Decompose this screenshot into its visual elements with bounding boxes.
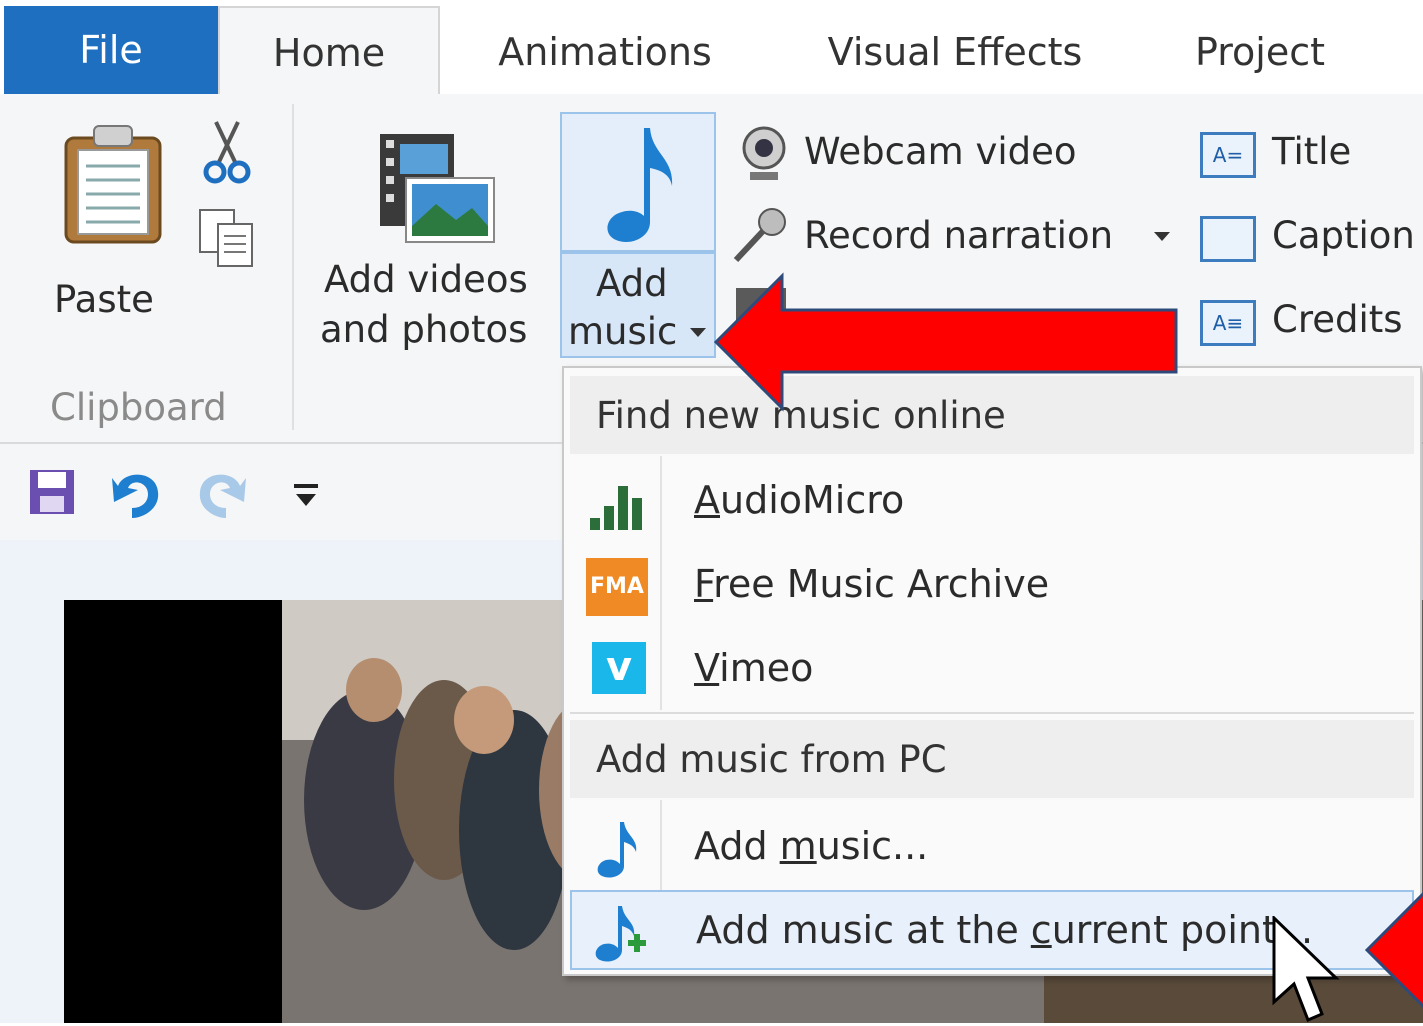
undo-icon[interactable] — [108, 464, 168, 524]
audiomicro-icon — [590, 486, 642, 530]
annotation-arrow — [1364, 891, 1423, 1009]
copy-icon[interactable] — [196, 206, 258, 268]
menu-item-audiomicro[interactable]: AudioMicro — [570, 462, 1414, 542]
add-music-button[interactable] — [560, 112, 716, 252]
fma-icon: FMA — [586, 558, 648, 616]
add-videos-label-line2: and photos — [320, 308, 528, 351]
tab-home[interactable]: Home — [218, 6, 440, 98]
annotation-arrow — [713, 272, 1178, 412]
tab-file[interactable]: File — [4, 6, 218, 94]
add-videos-label-line1: Add videos — [324, 258, 528, 301]
add-music-menu: Find new music online AudioMicro FMA Fre… — [562, 366, 1422, 976]
add-music-label-line1: Add — [596, 262, 668, 305]
caption-button[interactable]: Caption — [1272, 214, 1415, 257]
music-note-icon — [607, 128, 673, 242]
customize-toolbar-icon[interactable] — [292, 480, 322, 510]
film-photo-icon — [380, 134, 495, 243]
add-music-dropdown[interactable]: Add music — [560, 252, 716, 358]
paste-button[interactable]: Paste — [40, 114, 170, 321]
clipboard-group-label: Clipboard — [50, 386, 227, 429]
add-videos-photos-button[interactable]: Add videos and photos — [316, 114, 552, 364]
tab-project[interactable]: Project — [1160, 10, 1360, 94]
redo-icon[interactable] — [190, 464, 250, 524]
menu-item-label: Add music... — [694, 824, 929, 868]
title-button[interactable]: Title — [1272, 130, 1351, 173]
title-icon[interactable]: A= — [1200, 132, 1256, 178]
credits-icon[interactable]: A≡ — [1200, 300, 1256, 346]
vimeo-icon: v — [592, 642, 646, 694]
menu-header-pc: Add music from PC — [570, 720, 1414, 798]
webcam-video-button[interactable]: Webcam video — [804, 130, 1077, 173]
music-add-icon — [595, 906, 646, 962]
menu-item-label: Add music at the current point... — [696, 908, 1314, 952]
menu-item-free-music-archive[interactable]: FMA Free Music Archive — [570, 546, 1414, 626]
caption-icon[interactable] — [1200, 216, 1256, 262]
credits-button[interactable]: Credits — [1272, 298, 1403, 341]
group-separator — [292, 104, 294, 430]
cut-icon[interactable] — [202, 120, 252, 184]
ribbon-tab-bar: File Home Animations Visual Effects Proj… — [0, 0, 1423, 98]
menu-item-vimeo[interactable]: v Vimeo — [570, 630, 1414, 710]
menu-item-add-music[interactable]: Add music... — [570, 808, 1414, 888]
chevron-down-icon[interactable] — [1154, 232, 1170, 242]
webcam-icon[interactable] — [738, 124, 790, 184]
menu-item-label: AudioMicro — [694, 478, 905, 522]
save-icon[interactable] — [28, 468, 76, 516]
record-narration-button[interactable]: Record narration — [804, 214, 1113, 257]
music-note-icon — [597, 822, 637, 878]
menu-item-label: Free Music Archive — [694, 562, 1050, 606]
tab-visual-effects[interactable]: Visual Effects — [800, 10, 1110, 94]
add-music-label-line2: music — [568, 310, 678, 353]
clipboard-icon — [64, 125, 162, 244]
microphone-icon[interactable] — [730, 206, 790, 266]
menu-item-label: Vimeo — [694, 646, 814, 690]
paste-label: Paste — [54, 278, 154, 321]
tab-animations[interactable]: Animations — [470, 10, 740, 94]
chevron-down-icon — [690, 328, 706, 337]
mouse-cursor-icon — [1272, 916, 1340, 1022]
menu-divider — [570, 712, 1414, 714]
